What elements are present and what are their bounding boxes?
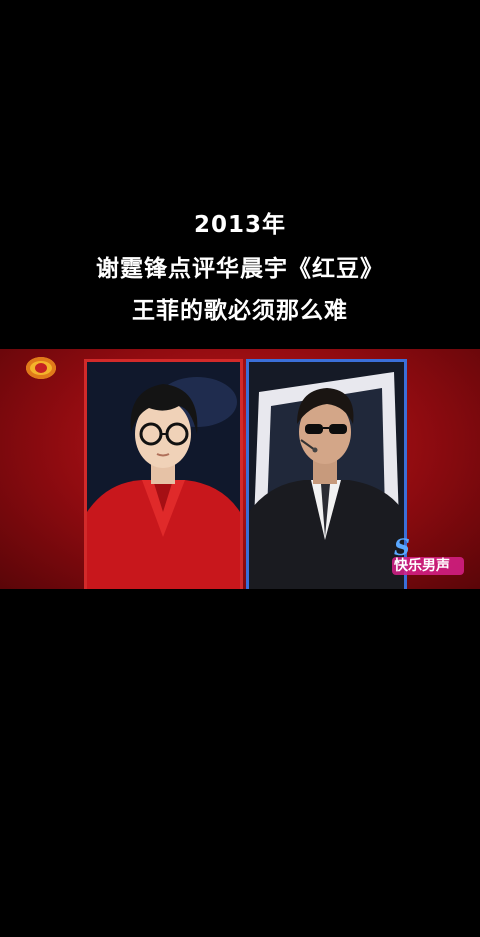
- caption-title: 谢霆锋点评华晨宇《红豆》: [96, 256, 384, 282]
- caption-year: 2013年: [193, 212, 286, 238]
- channel-logo-icon: [26, 357, 56, 379]
- contestant-red-suit-image: [87, 362, 240, 589]
- show-watermark-text: 快乐男声: [394, 558, 450, 574]
- contestant-panel-left: [84, 359, 243, 589]
- caption-subtitle: 王菲的歌必须那么难: [132, 298, 348, 324]
- video-frame[interactable]: S 快乐男声: [0, 349, 480, 589]
- judge-black-suit-image: [249, 362, 404, 589]
- judge-panel-right: [246, 359, 407, 589]
- show-watermark: S 快乐男声: [388, 531, 468, 581]
